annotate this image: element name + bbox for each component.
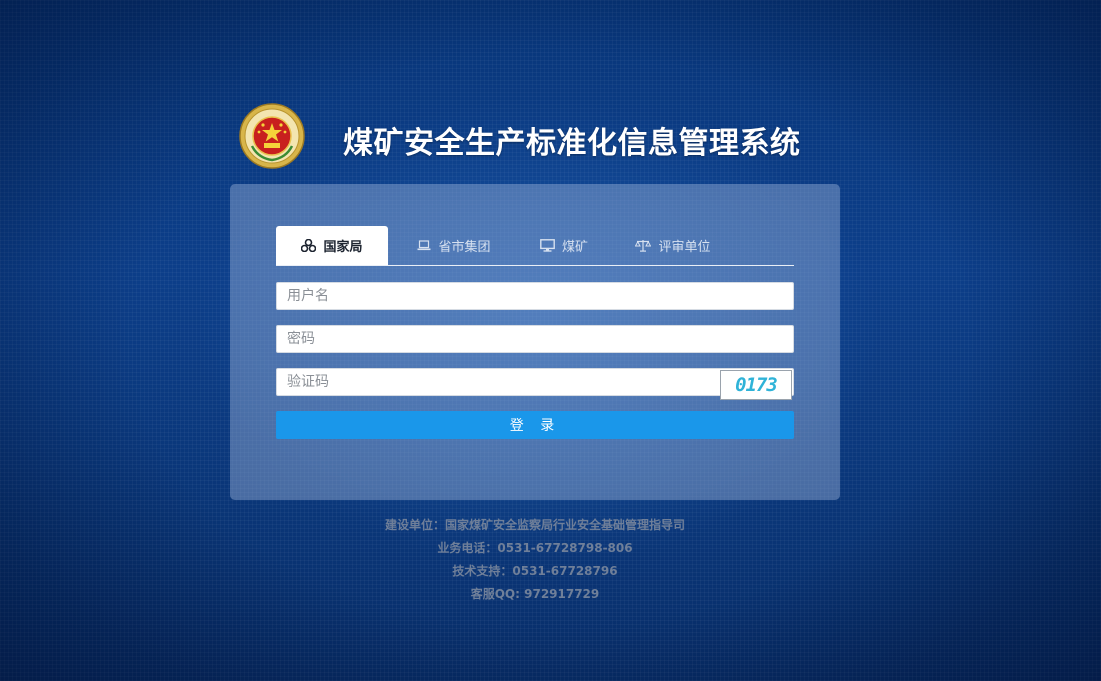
login-panel: 国家局 省市集团 煤矿 评审单位 用户名 验证码 0173 登 录 <box>230 184 840 500</box>
password-field <box>276 325 794 353</box>
tab-label: 评审单位 <box>658 240 711 255</box>
footer-builder: 建设单位：国家煤矿安全监察局行业安全基础管理指导司 <box>384 518 685 532</box>
footer: 建设单位：国家煤矿安全监察局行业安全基础管理指导司 业务电话：0531-6772… <box>230 514 840 606</box>
tab-national-bureau[interactable]: 国家局 <box>276 226 388 265</box>
footer-business-phone: 业务电话：0531-67728798-806 <box>437 541 633 555</box>
password-input[interactable] <box>277 326 793 352</box>
login-tabs: 国家局 省市集团 煤矿 评审单位 <box>276 226 794 266</box>
username-input[interactable] <box>277 283 793 309</box>
username-field <box>276 282 794 310</box>
scales-icon <box>635 240 652 252</box>
footer-service-qq: 客服QQ: 972917729 <box>470 587 600 601</box>
captcha-image[interactable]: 0173 <box>720 370 792 400</box>
tab-label: 国家局 <box>323 240 363 255</box>
tab-coal-mine[interactable]: 煤矿 <box>526 226 602 265</box>
tab-province-group[interactable]: 省市集团 <box>404 226 504 265</box>
footer-tech-support: 技术支持：0531-67728796 <box>452 564 618 578</box>
monitor-icon <box>540 239 555 252</box>
national-emblem-icon <box>239 103 305 169</box>
sitemap-icon <box>301 239 317 252</box>
page-title: 煤矿安全生产标准化信息管理系统 <box>343 126 801 161</box>
header: 煤矿安全生产标准化信息管理系统 <box>238 102 818 172</box>
tab-label: 煤矿 <box>561 240 588 255</box>
login-button[interactable]: 登 录 <box>276 411 794 439</box>
laptop-icon <box>417 240 431 251</box>
tab-review-unit[interactable]: 评审单位 <box>626 226 720 265</box>
tab-label: 省市集团 <box>438 240 491 255</box>
captcha-input[interactable] <box>277 369 717 395</box>
captcha-field: 0173 <box>276 368 794 400</box>
